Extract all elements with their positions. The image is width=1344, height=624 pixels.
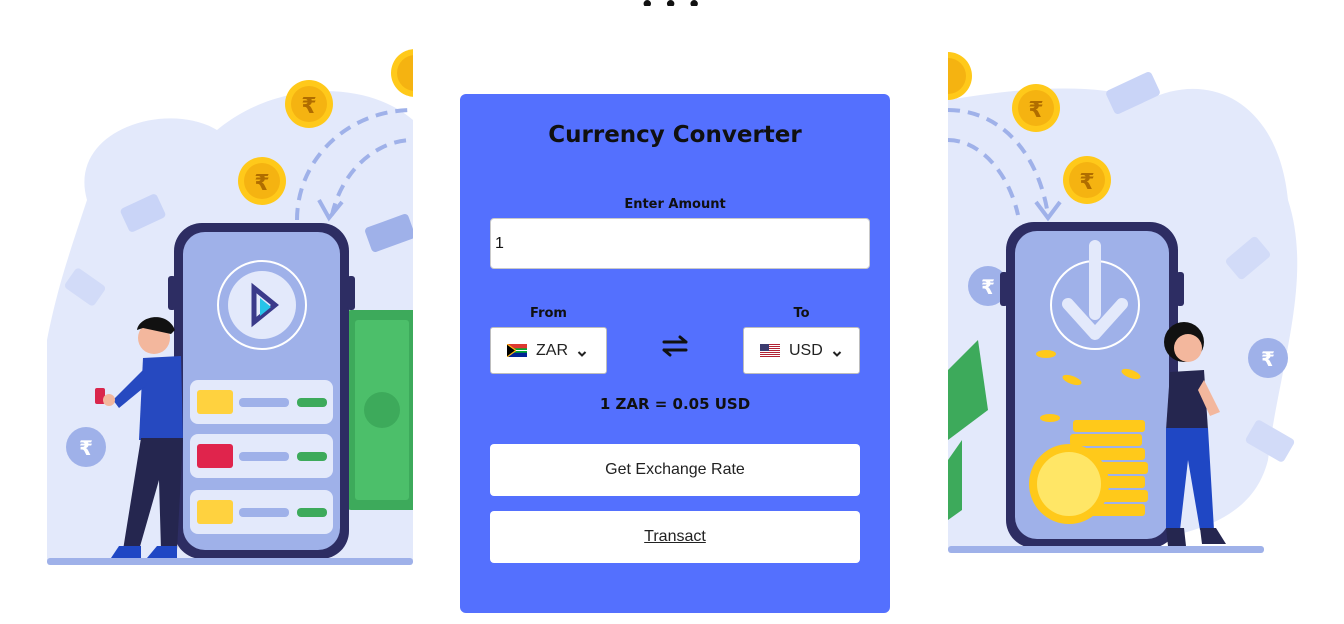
from-label: From — [530, 306, 567, 321]
rupee-coin-icon — [391, 49, 413, 97]
rupee-coin-icon: ₹ — [1063, 156, 1111, 204]
svg-text:₹: ₹ — [254, 171, 269, 196]
svg-text:₹: ₹ — [301, 94, 316, 119]
svg-text:₹: ₹ — [1079, 170, 1094, 195]
south-africa-flag-icon — [507, 344, 527, 357]
to-currency-value: USD — [789, 341, 823, 359]
chevron-down-icon — [577, 346, 587, 357]
from-currency-value: ZAR — [536, 341, 568, 359]
chevron-down-icon — [832, 346, 842, 357]
transact-button[interactable]: Transact — [490, 511, 860, 563]
to-label: To — [793, 306, 810, 321]
svg-text:₹: ₹ — [1261, 347, 1275, 371]
rupee-coin-icon — [948, 52, 972, 100]
rupee-badge-icon: ₹ — [66, 427, 106, 467]
rupee-coin-icon: ₹ — [285, 80, 333, 128]
money-bill-icon — [347, 310, 413, 510]
swap-currencies-icon[interactable] — [660, 334, 692, 358]
amount-input[interactable] — [490, 218, 870, 269]
rupee-coin-icon: ₹ — [238, 157, 286, 205]
svg-text:₹: ₹ — [79, 436, 93, 460]
left-illustration: ₹ ₹ ₹ — [47, 40, 413, 570]
payment-phone-illustration: ₹ ₹ ₹ — [47, 49, 413, 565]
phone-icon — [168, 223, 355, 559]
currency-converter-card: Currency Converter Enter Amount From ZAR… — [460, 94, 890, 613]
get-exchange-rate-button[interactable]: Get Exchange Rate — [490, 444, 860, 496]
rupee-badge-icon: ₹ — [1248, 338, 1288, 378]
svg-text:₹: ₹ — [1028, 98, 1043, 123]
from-currency-select[interactable]: ZAR — [490, 327, 607, 374]
exchange-rate-text: 1 ZAR = 0.05 USD — [599, 395, 751, 413]
to-currency-select[interactable]: USD — [743, 327, 860, 374]
rupee-coin-icon: ₹ — [1012, 84, 1060, 132]
converter-title: Currency Converter — [548, 122, 802, 148]
download-coins-illustration: ₹ ₹ ₹ ₹ — [948, 52, 1298, 553]
transact-link[interactable]: Transact — [644, 528, 706, 546]
right-illustration: ₹ ₹ ₹ ₹ — [948, 40, 1314, 570]
phone-icon — [1000, 222, 1184, 548]
amount-label: Enter Amount — [624, 197, 726, 212]
page-title-partial: ??? — [0, 0, 1344, 6]
svg-text:₹: ₹ — [981, 275, 995, 299]
usa-flag-icon — [760, 344, 780, 357]
